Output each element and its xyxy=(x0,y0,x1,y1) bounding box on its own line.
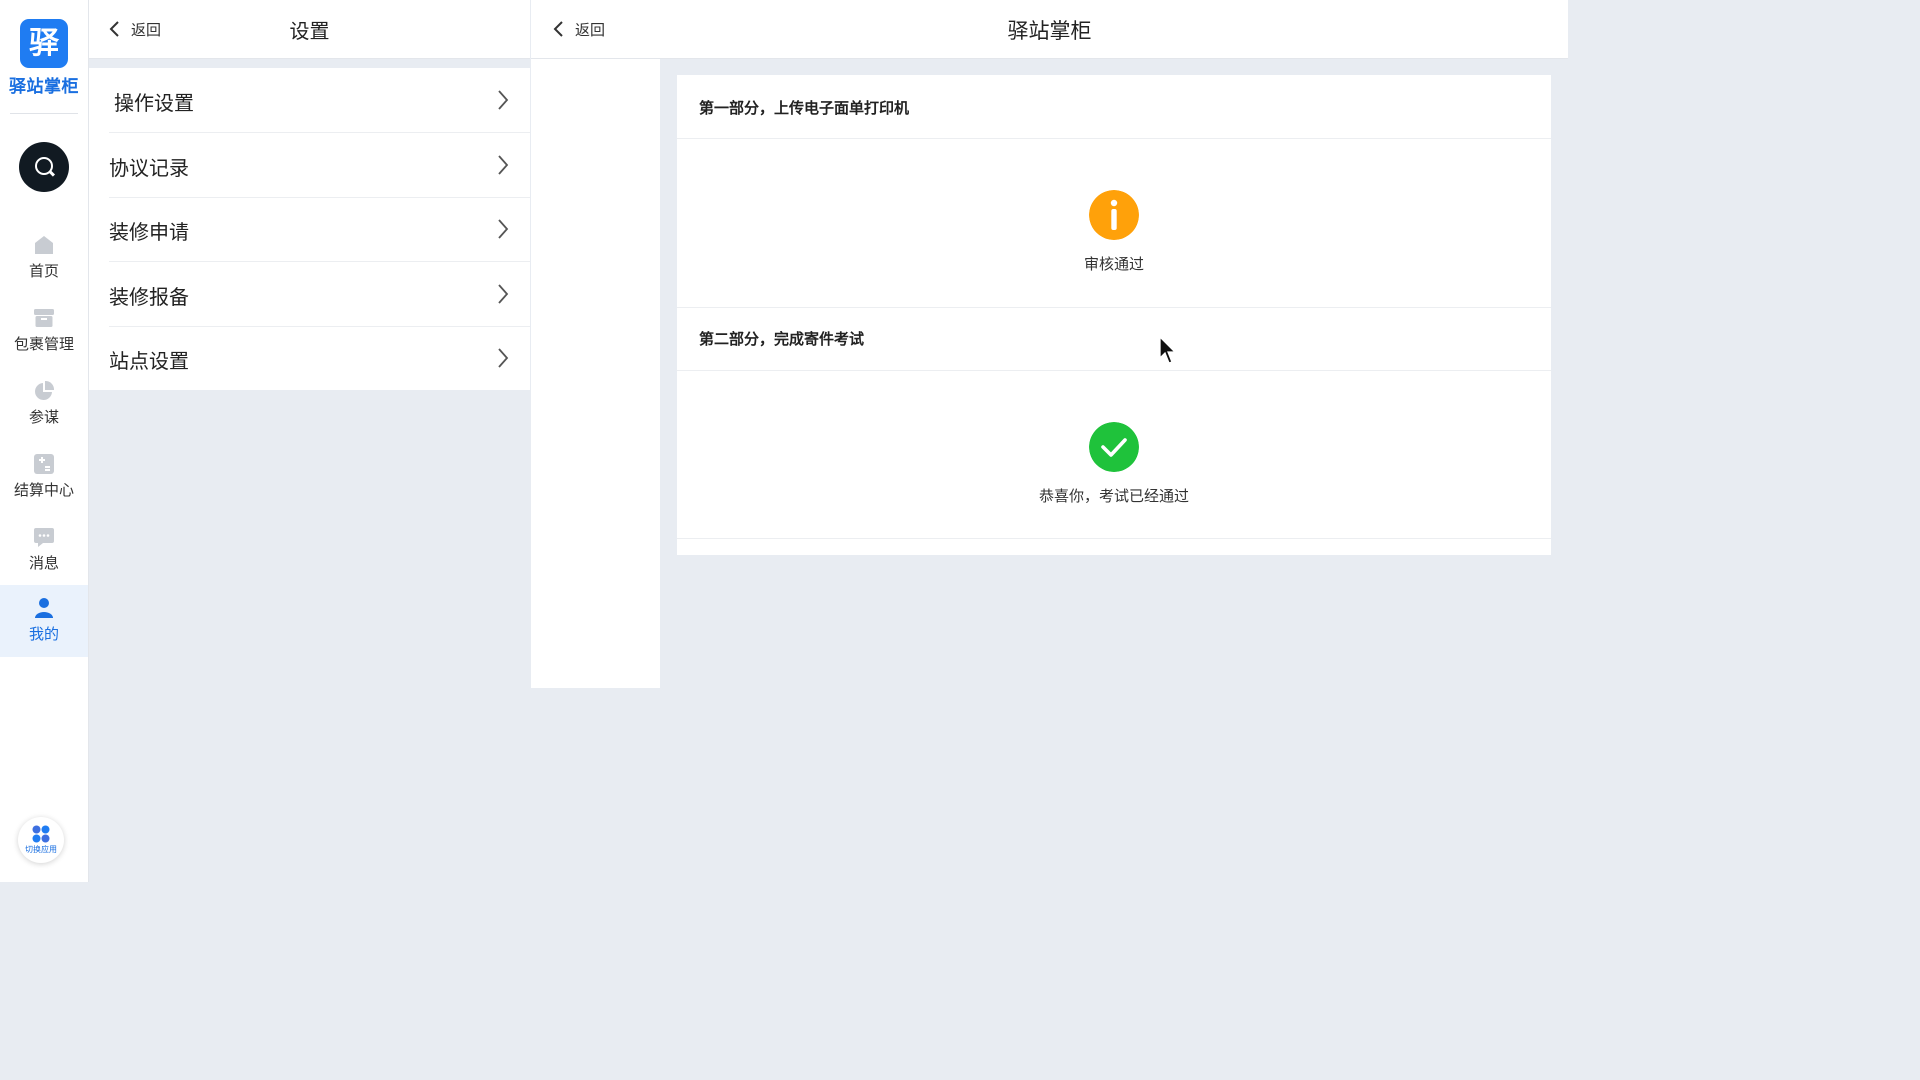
check-icon xyxy=(1089,422,1139,472)
nav-item-message[interactable]: 消息 xyxy=(0,522,88,592)
section-divider xyxy=(677,538,1551,539)
mouse-cursor-icon xyxy=(1159,336,1177,364)
nav-item-label: 参谋 xyxy=(28,408,59,426)
rail-divider xyxy=(10,113,78,114)
section-divider xyxy=(677,138,1551,139)
content-title: 驿站掌柜 xyxy=(1007,19,1092,43)
menu-item-label: 协议记录 xyxy=(109,156,189,180)
chevron-right-icon xyxy=(498,284,509,304)
nav-item-label: 首页 xyxy=(28,262,59,280)
switch-app-label: 切换应用 xyxy=(25,845,57,854)
menu-item-label: 站点设置 xyxy=(109,349,189,373)
nav-item-home[interactable]: 首页 xyxy=(0,230,88,300)
nav-item-label: 包裹管理 xyxy=(13,335,74,353)
menu-item-renovation-filing[interactable]: 装修报备 xyxy=(109,262,530,327)
switch-app-button[interactable]: 切换应用 xyxy=(18,817,64,863)
exam-status-text: 恭喜你，考试已经通过 xyxy=(1038,487,1189,505)
message-icon xyxy=(34,528,54,547)
content-side-pane xyxy=(531,59,660,688)
nav-item-settlement[interactable]: 结算中心 xyxy=(0,449,88,519)
settlement-icon xyxy=(34,454,54,474)
menu-item-renovation-application[interactable]: 装修申请 xyxy=(109,197,530,262)
app-logo-text: 驿站掌柜 xyxy=(9,77,79,97)
apps-grid-icon xyxy=(32,825,50,843)
nav-item-advisor[interactable]: 参谋 xyxy=(0,376,88,446)
chevron-right-icon xyxy=(498,219,509,239)
section-title: 第二部分，完成寄件考试 xyxy=(699,330,865,348)
user-icon xyxy=(35,598,53,618)
menu-item-label: 操作设置 xyxy=(114,91,194,115)
chevron-right-icon xyxy=(498,348,509,368)
menu-item-agreement-records[interactable]: 协议记录 xyxy=(109,133,530,198)
menu-item-label: 装修申请 xyxy=(109,220,189,244)
settings-menu: 操作设置 协议记录 装修申请 装修报备 站点设置 xyxy=(89,68,530,390)
nav-rail: 驿 驿站掌柜 首页 包裹管理 参谋 结算中心 消息 我的 切换应用 xyxy=(0,0,89,882)
info-icon xyxy=(1089,190,1139,240)
nav-item-me[interactable]: 我的 xyxy=(0,585,88,657)
review-status-text: 审核通过 xyxy=(1083,255,1144,273)
chevron-right-icon xyxy=(498,90,509,110)
pie-chart-icon xyxy=(35,380,55,400)
menu-item-label: 装修报备 xyxy=(109,285,189,309)
section-title: 第一部分，上传电子面单打印机 xyxy=(699,99,910,117)
nav-item-label: 结算中心 xyxy=(13,481,74,499)
section-divider xyxy=(677,307,1551,308)
search-button[interactable] xyxy=(19,142,69,192)
app-logo: 驿 xyxy=(20,19,68,68)
nav-item-parcel[interactable]: 包裹管理 xyxy=(0,303,88,373)
page-title: 设置 xyxy=(289,19,330,43)
menu-item-operation-settings[interactable]: 操作设置 xyxy=(109,68,530,133)
nav-item-label: 消息 xyxy=(28,554,59,572)
menu-item-site-settings[interactable]: 站点设置 xyxy=(109,326,530,390)
chevron-right-icon xyxy=(498,155,509,175)
settings-panel: 返回 设置 操作设置 协议记录 装修申请 装修报备 站点设置 xyxy=(89,0,530,882)
section-divider xyxy=(677,370,1551,371)
nav-item-label: 我的 xyxy=(28,625,59,643)
settings-header: 返回 设置 xyxy=(89,0,530,59)
content-header: 返回 驿站掌柜 xyxy=(531,0,1568,59)
home-icon xyxy=(35,236,53,254)
package-icon xyxy=(34,309,54,327)
qualification-card: 第一部分，上传电子面单打印机 审核通过 第二部分，完成寄件考试 恭喜你，考试已经… xyxy=(677,75,1551,555)
